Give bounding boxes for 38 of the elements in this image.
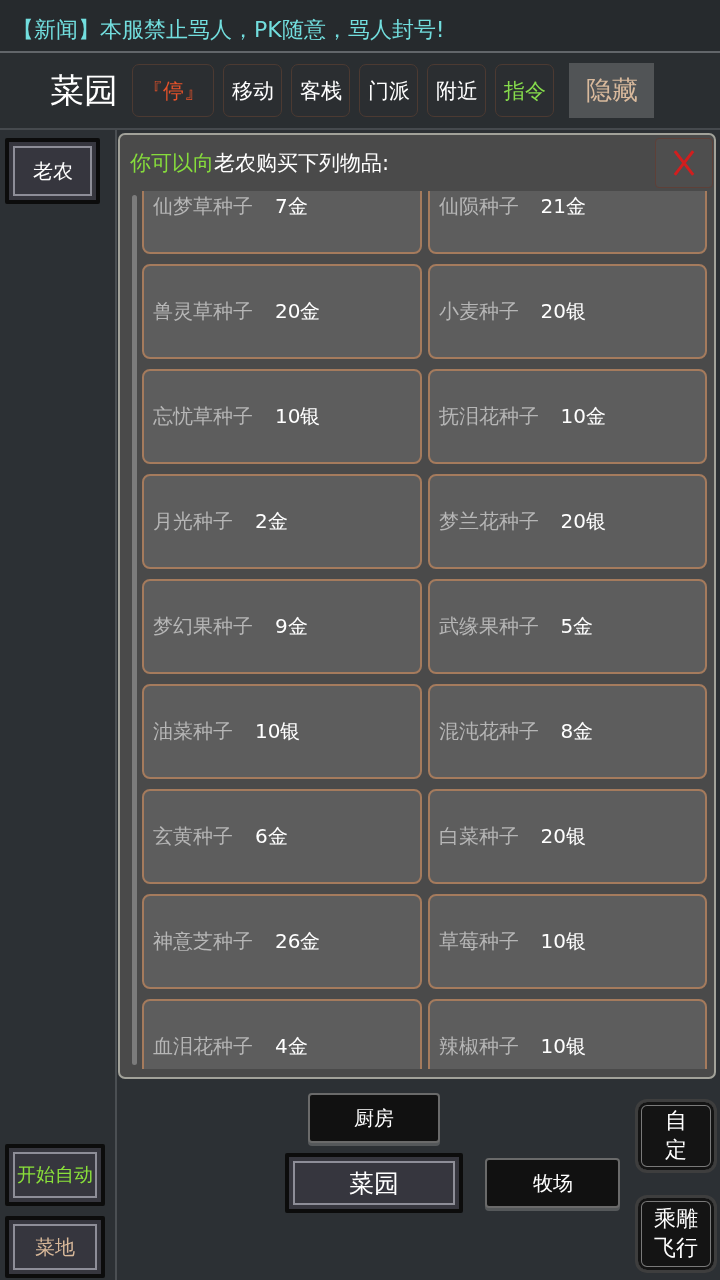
shop-item-button[interactable]: 血泪花种子 4金 <box>142 999 422 1069</box>
npc-button[interactable]: 老农 <box>5 138 100 204</box>
shop-item-button[interactable]: 小麦种子 20银 <box>427 264 707 359</box>
shop-item-button[interactable]: 草莓种子 10银 <box>427 894 707 989</box>
stop-button[interactable]: 『停』 <box>132 64 214 117</box>
shop-item-button[interactable]: 辣椒种子 10银 <box>427 999 707 1069</box>
shop-item-button[interactable]: 梦兰花种子 20银 <box>427 474 707 569</box>
shop-item-button[interactable]: 抚泪花种子 10金 <box>427 369 707 464</box>
shop-item-button[interactable]: 仙陨种子 21金 <box>427 191 707 254</box>
quick-action-button[interactable]: 乘雕飞行 <box>635 1195 717 1273</box>
toolbar-button[interactable]: 附近 <box>427 64 486 117</box>
close-button[interactable] <box>655 138 713 188</box>
shop-item-button[interactable]: 仙梦草种子 7金 <box>142 191 422 254</box>
shop-item-button[interactable]: 玄黄种子 6金 <box>142 789 422 884</box>
toolbar-button[interactable]: 移动 <box>223 64 282 117</box>
toolbar-button[interactable]: 客栈 <box>291 64 350 117</box>
shop-item-button[interactable]: 油菜种子 10银 <box>142 684 422 779</box>
toolbar-button[interactable]: 门派 <box>359 64 418 117</box>
shop-item-button[interactable]: 忘忧草种子 10银 <box>142 369 422 464</box>
shop-item-button[interactable]: 兽灵草种子 20金 <box>142 264 422 359</box>
location-title: 菜园 <box>49 68 119 112</box>
exit-button[interactable]: 厨房 <box>308 1093 440 1143</box>
command-button[interactable]: 指令 <box>495 64 554 117</box>
shop-item-button[interactable]: 梦幻果种子 9金 <box>142 579 422 674</box>
quick-action-button[interactable]: 自定 <box>635 1099 717 1173</box>
shop-item-button[interactable]: 武缘果种子 5金 <box>427 579 707 674</box>
news-message: 【新闻】本服禁止骂人，PK随意，骂人封号! <box>12 16 446 44</box>
current-location-button[interactable]: 菜园 <box>285 1153 463 1213</box>
shop-item-button[interactable]: 混沌花种子 8金 <box>427 684 707 779</box>
shop-item-button[interactable]: 月光种子 2金 <box>142 474 422 569</box>
dialog-title: 你可以向老农购买下列物品: <box>130 150 390 177</box>
auto-start-button[interactable]: 开始自动 <box>5 1144 105 1206</box>
place-button[interactable]: 菜地 <box>5 1216 105 1278</box>
hide-button[interactable]: 隐藏 <box>569 63 654 118</box>
exit-button[interactable]: 牧场 <box>485 1158 620 1208</box>
shop-item-button[interactable]: 白菜种子 20银 <box>427 789 707 884</box>
shop-item-button[interactable]: 神意芝种子 26金 <box>142 894 422 989</box>
close-icon <box>673 150 695 176</box>
